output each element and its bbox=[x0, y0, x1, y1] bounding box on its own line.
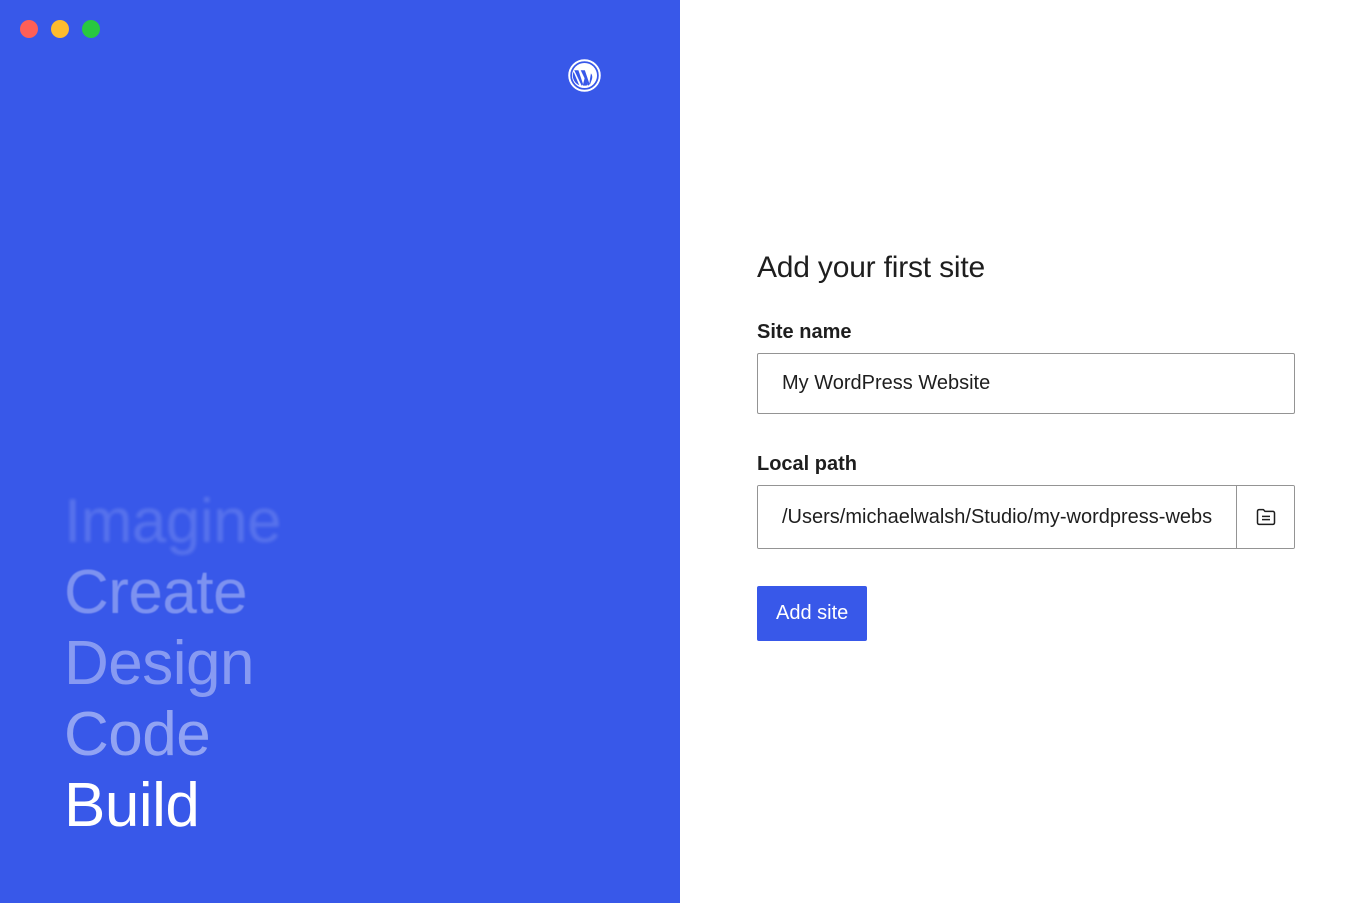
browse-folder-button[interactable] bbox=[1236, 486, 1294, 548]
site-name-label: Site name bbox=[757, 321, 852, 343]
tagline-words: Imagine Create Design Code Build bbox=[64, 486, 282, 841]
window-controls bbox=[20, 20, 100, 38]
wordpress-logo-icon bbox=[568, 59, 601, 92]
tagline-word-create: Create bbox=[64, 558, 248, 627]
add-site-form: Add your first site Site name Local path… bbox=[757, 248, 1295, 641]
maximize-window-button[interactable] bbox=[82, 20, 100, 38]
local-path-field bbox=[757, 485, 1295, 549]
tagline-word-design: Design bbox=[64, 629, 255, 698]
minimize-window-button[interactable] bbox=[51, 20, 69, 38]
folder-icon bbox=[1256, 508, 1275, 526]
brand-panel: Imagine Create Design Code Build bbox=[0, 0, 680, 903]
local-path-label: Local path bbox=[757, 453, 858, 475]
page-title: Add your first site bbox=[757, 251, 985, 284]
add-site-button[interactable]: Add site bbox=[757, 586, 868, 641]
tagline-word-build: Build bbox=[64, 771, 200, 840]
local-path-input[interactable] bbox=[758, 486, 1236, 548]
close-window-button[interactable] bbox=[20, 20, 38, 38]
site-name-input[interactable] bbox=[757, 353, 1295, 414]
tagline-word-imagine: Imagine bbox=[64, 487, 282, 556]
tagline-word-code: Code bbox=[64, 700, 211, 769]
form-panel: Add your first site Site name Local path… bbox=[680, 0, 1360, 903]
app-window: Imagine Create Design Code Build Add you… bbox=[0, 0, 1360, 903]
